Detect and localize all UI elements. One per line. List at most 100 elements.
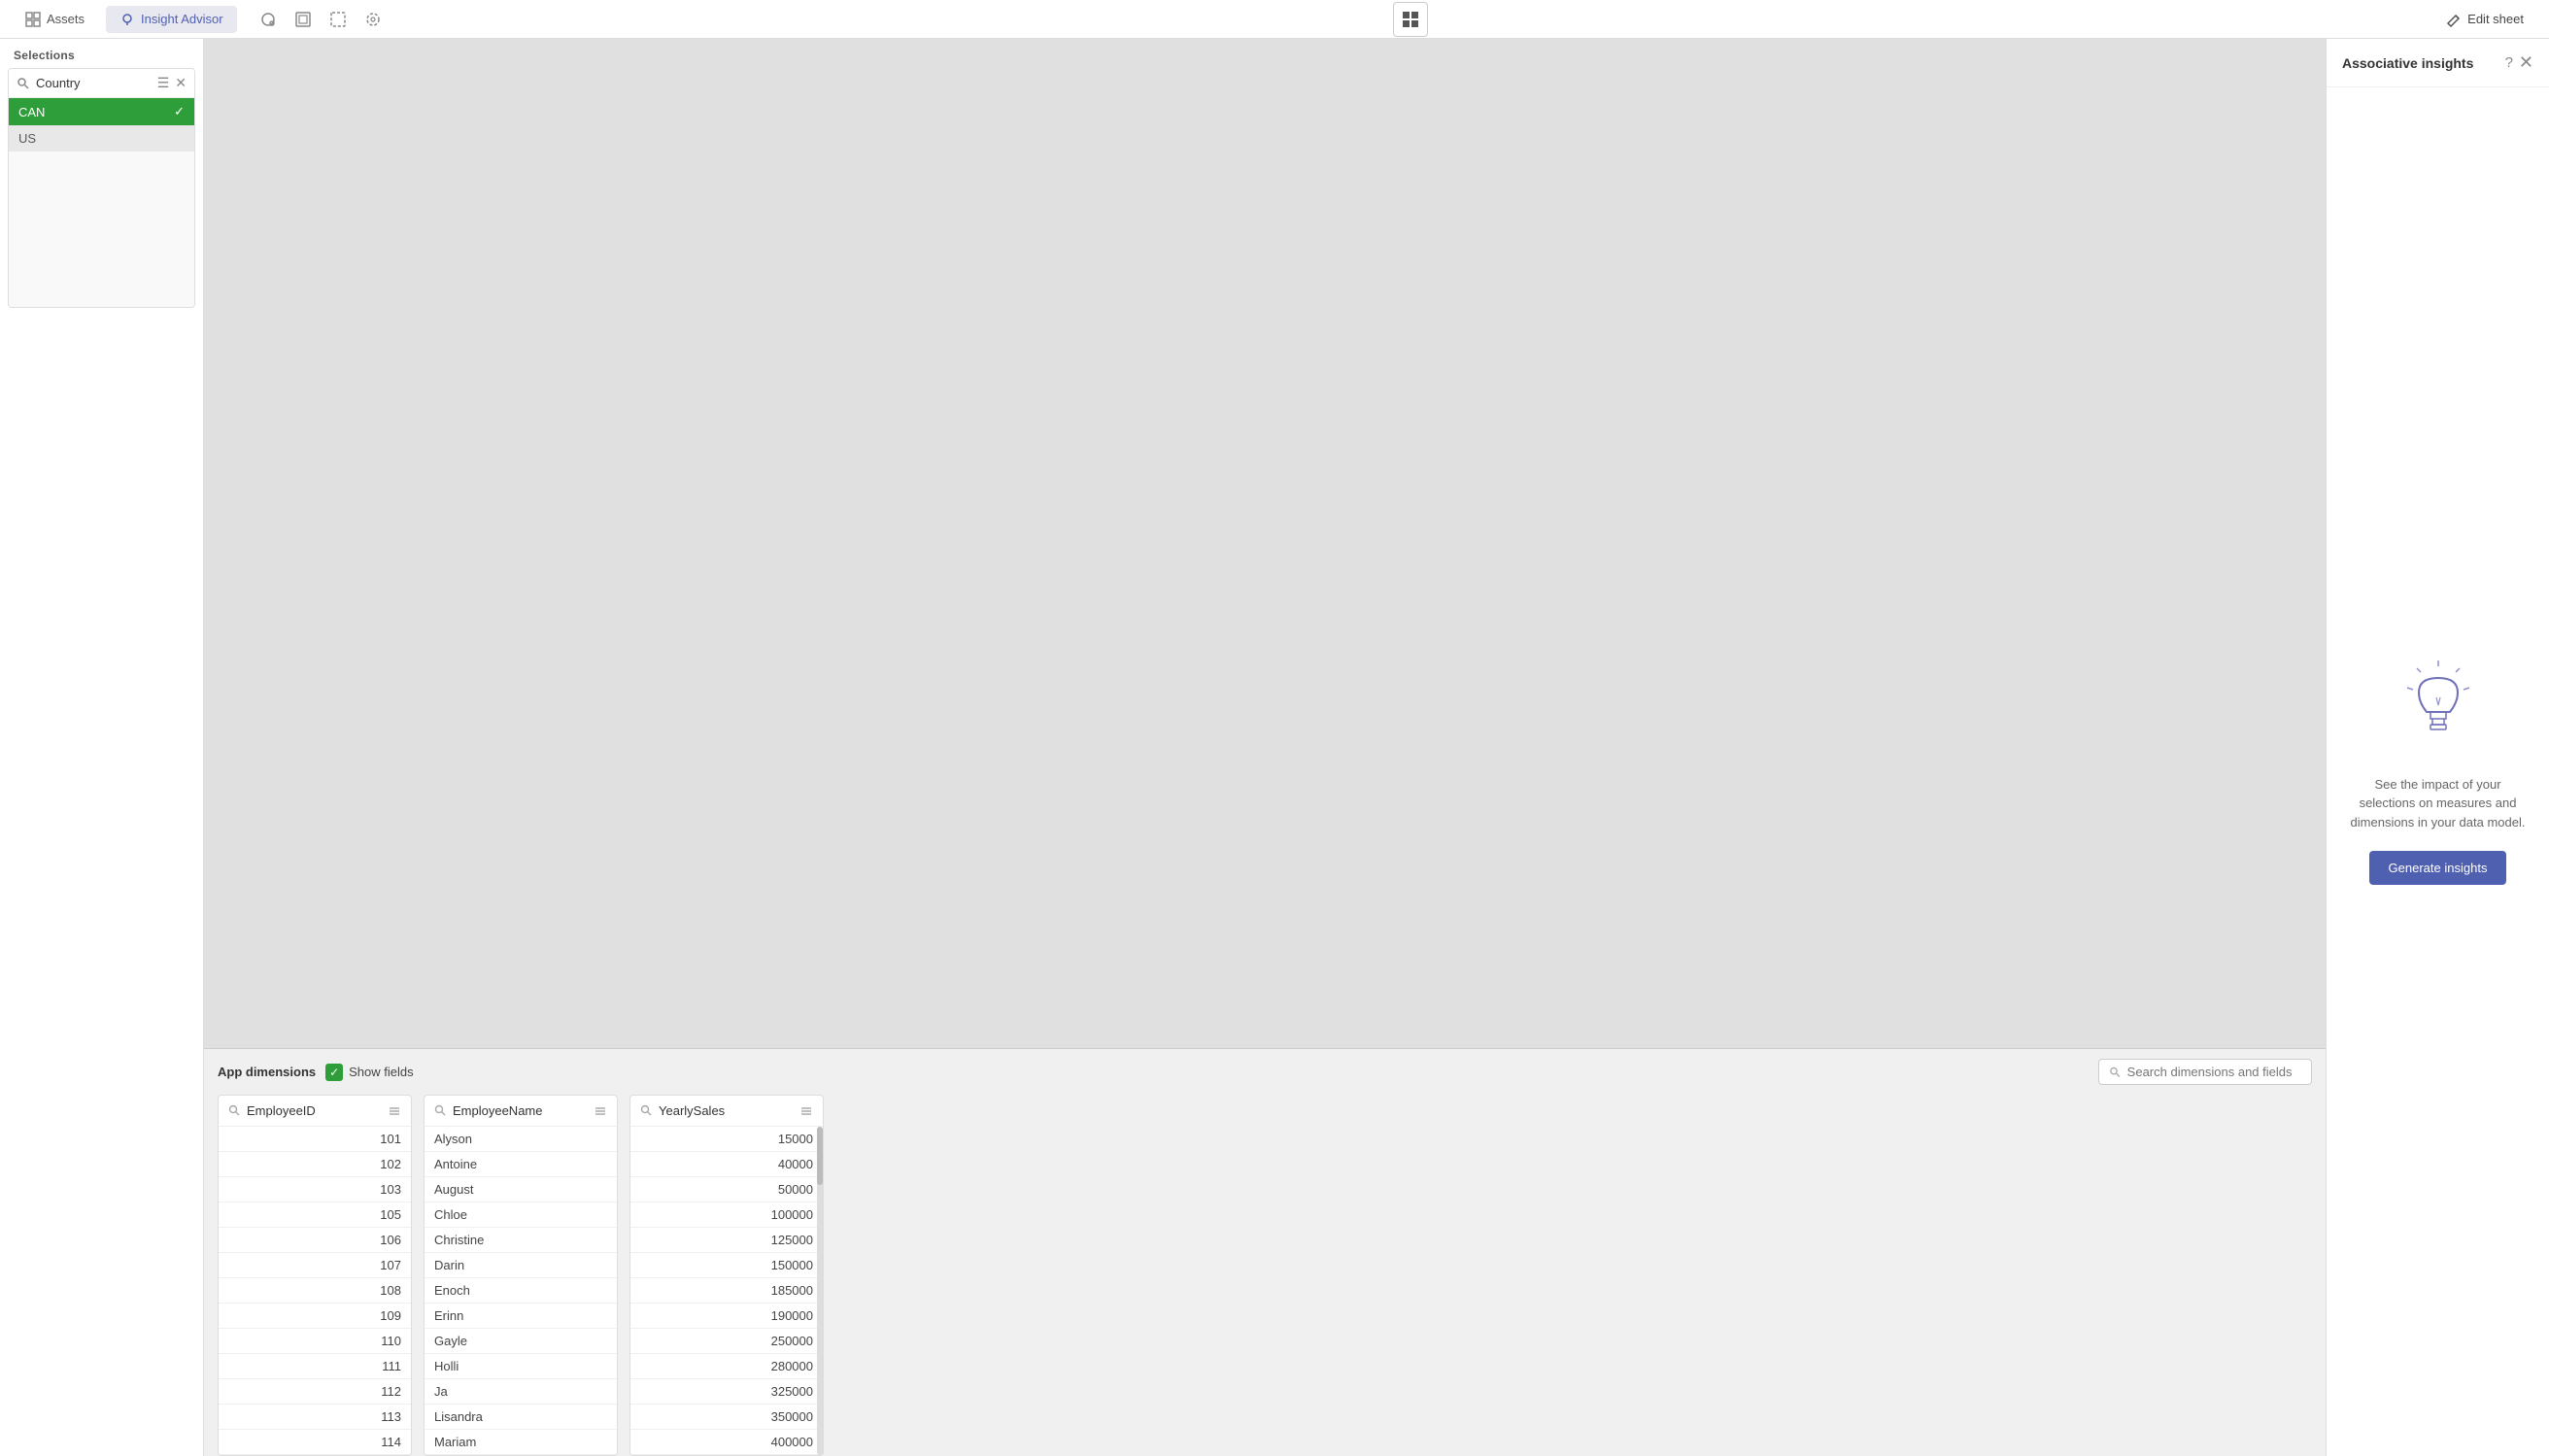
tool-lasso[interactable]	[253, 4, 284, 35]
table-row[interactable]: 400000	[630, 1430, 823, 1455]
table-row[interactable]: August	[425, 1177, 617, 1202]
table-row[interactable]: 114	[219, 1430, 411, 1455]
table-row[interactable]: 50000	[630, 1177, 823, 1202]
employee-name-body: Alyson Antoine August Chloe Christine Da…	[425, 1127, 617, 1455]
table-row[interactable]: 40000	[630, 1152, 823, 1177]
search-icon	[17, 77, 30, 90]
right-panel-header: Associative insights ? ✕	[2327, 39, 2549, 87]
table-row[interactable]: Ja	[425, 1379, 617, 1405]
table-row[interactable]: 350000	[630, 1405, 823, 1430]
search-col-icon-1	[228, 1104, 241, 1117]
filter-list-icon[interactable]: ☰	[157, 75, 170, 91]
right-panel: Associative insights ? ✕	[2326, 39, 2549, 1456]
tab-insight-advisor[interactable]: Insight Advisor	[106, 6, 237, 33]
table-row[interactable]: Erinn	[425, 1304, 617, 1329]
search-dimensions-container	[2098, 1059, 2312, 1085]
table-row[interactable]: 101	[219, 1127, 411, 1152]
table-row[interactable]: 108	[219, 1278, 411, 1304]
employee-name-title: EmployeeName	[453, 1103, 588, 1118]
table-row[interactable]: 102	[219, 1152, 411, 1177]
filter-other-us[interactable]: US	[9, 125, 194, 152]
center-area: App dimensions ✓ Show fields	[204, 39, 2326, 1456]
table-row[interactable]: 150000	[630, 1253, 823, 1278]
dim-col-employee-id: EmployeeID 101 102 103 105 106 107	[218, 1095, 412, 1456]
topbar: Assets Insight Advisor	[0, 0, 2549, 39]
table-row[interactable]: Mariam	[425, 1430, 617, 1455]
left-panel: Selections Country ☰ ✕ CAN ✓ US	[0, 39, 204, 1456]
filter-selected-can[interactable]: CAN ✓	[9, 98, 194, 125]
canvas-area	[204, 39, 2326, 1048]
table-row[interactable]: Enoch	[425, 1278, 617, 1304]
filter-selected-value: CAN	[18, 105, 45, 119]
table-row[interactable]: 109	[219, 1304, 411, 1329]
table-row[interactable]: Darin	[425, 1253, 617, 1278]
table-row[interactable]: 113	[219, 1405, 411, 1430]
dim-col-employee-name: EmployeeName Alyson Antoine August Chloe…	[424, 1095, 618, 1456]
insights-description: See the impact of your selections on mea…	[2346, 775, 2530, 832]
table-row[interactable]: 105	[219, 1202, 411, 1228]
table-row[interactable]: 103	[219, 1177, 411, 1202]
grid-icon	[1402, 11, 1419, 28]
table-row[interactable]: Christine	[425, 1228, 617, 1253]
dimension-columns: EmployeeID 101 102 103 105 106 107	[218, 1095, 2312, 1456]
help-icon[interactable]: ?	[2505, 54, 2513, 71]
selections-header: Selections	[0, 39, 203, 68]
table-row[interactable]: 100000	[630, 1202, 823, 1228]
filter-clear-icon[interactable]: ✕	[175, 75, 187, 91]
dim-col-employee-name-header: EmployeeName	[425, 1096, 617, 1127]
select-circle-icon	[364, 11, 382, 28]
close-icon[interactable]: ✕	[2519, 52, 2533, 73]
table-row[interactable]: 185000	[630, 1278, 823, 1304]
associative-insights-title: Associative insights	[2342, 55, 2499, 71]
table-row[interactable]: 325000	[630, 1379, 823, 1405]
assets-tab-label: Assets	[47, 12, 85, 26]
table-row[interactable]: Gayle	[425, 1329, 617, 1354]
edit-sheet-button[interactable]: Edit sheet	[2432, 6, 2537, 33]
search-dimensions-input[interactable]	[2127, 1065, 2301, 1079]
search-dimensions-icon	[2109, 1066, 2122, 1079]
table-row[interactable]: 15000	[630, 1127, 823, 1152]
right-panel-body: See the impact of your selections on mea…	[2327, 87, 2549, 1456]
employee-id-body: 101 102 103 105 106 107 108 109 110 111 …	[219, 1127, 411, 1455]
filter-pane-header: Country ☰ ✕	[9, 69, 194, 98]
table-row[interactable]: 107	[219, 1253, 411, 1278]
col-menu-icon-3[interactable]	[799, 1104, 813, 1118]
tab-assets[interactable]: Assets	[12, 6, 98, 33]
table-row[interactable]: Alyson	[425, 1127, 617, 1152]
table-row[interactable]: 106	[219, 1228, 411, 1253]
dimensions-area: App dimensions ✓ Show fields	[204, 1048, 2326, 1456]
generate-insights-button[interactable]: Generate insights	[2369, 851, 2507, 885]
show-fields-label: Show fields	[349, 1065, 413, 1079]
show-fields-toggle[interactable]: ✓ Show fields	[325, 1064, 413, 1081]
table-row[interactable]: 112	[219, 1379, 411, 1405]
table-row[interactable]: 280000	[630, 1354, 823, 1379]
col-menu-icon-2[interactable]	[594, 1104, 607, 1118]
col-menu-icon-1[interactable]	[388, 1104, 401, 1118]
scrollbar-thumb[interactable]	[817, 1127, 823, 1185]
table-row[interactable]: Chloe	[425, 1202, 617, 1228]
table-row[interactable]: Lisandra	[425, 1405, 617, 1430]
tool-select-circle[interactable]	[357, 4, 389, 35]
table-row[interactable]: 190000	[630, 1304, 823, 1329]
tool-select-all[interactable]	[288, 4, 319, 35]
table-row[interactable]: 125000	[630, 1228, 823, 1253]
insight-advisor-tab-label: Insight Advisor	[141, 12, 223, 26]
filter-pane-country: Country ☰ ✕ CAN ✓ US	[8, 68, 195, 308]
table-row[interactable]: 111	[219, 1354, 411, 1379]
tool-select-partial[interactable]	[323, 4, 354, 35]
table-row[interactable]: 110	[219, 1329, 411, 1354]
table-row[interactable]: Holli	[425, 1354, 617, 1379]
filter-pane-title: Country	[36, 76, 152, 90]
yearly-sales-title: YearlySales	[659, 1103, 794, 1118]
scrollbar-track[interactable]	[817, 1127, 823, 1455]
table-row[interactable]: 250000	[630, 1329, 823, 1354]
grid-view-button[interactable]	[1393, 2, 1428, 37]
select-partial-icon	[329, 11, 347, 28]
select-all-icon	[294, 11, 312, 28]
search-col-icon-3	[640, 1104, 653, 1117]
employee-id-title: EmployeeID	[247, 1103, 382, 1118]
show-fields-checkbox[interactable]: ✓	[325, 1064, 343, 1081]
table-row[interactable]: Antoine	[425, 1152, 617, 1177]
edit-sheet-label: Edit sheet	[2467, 12, 2524, 26]
insight-advisor-icon	[119, 12, 135, 27]
